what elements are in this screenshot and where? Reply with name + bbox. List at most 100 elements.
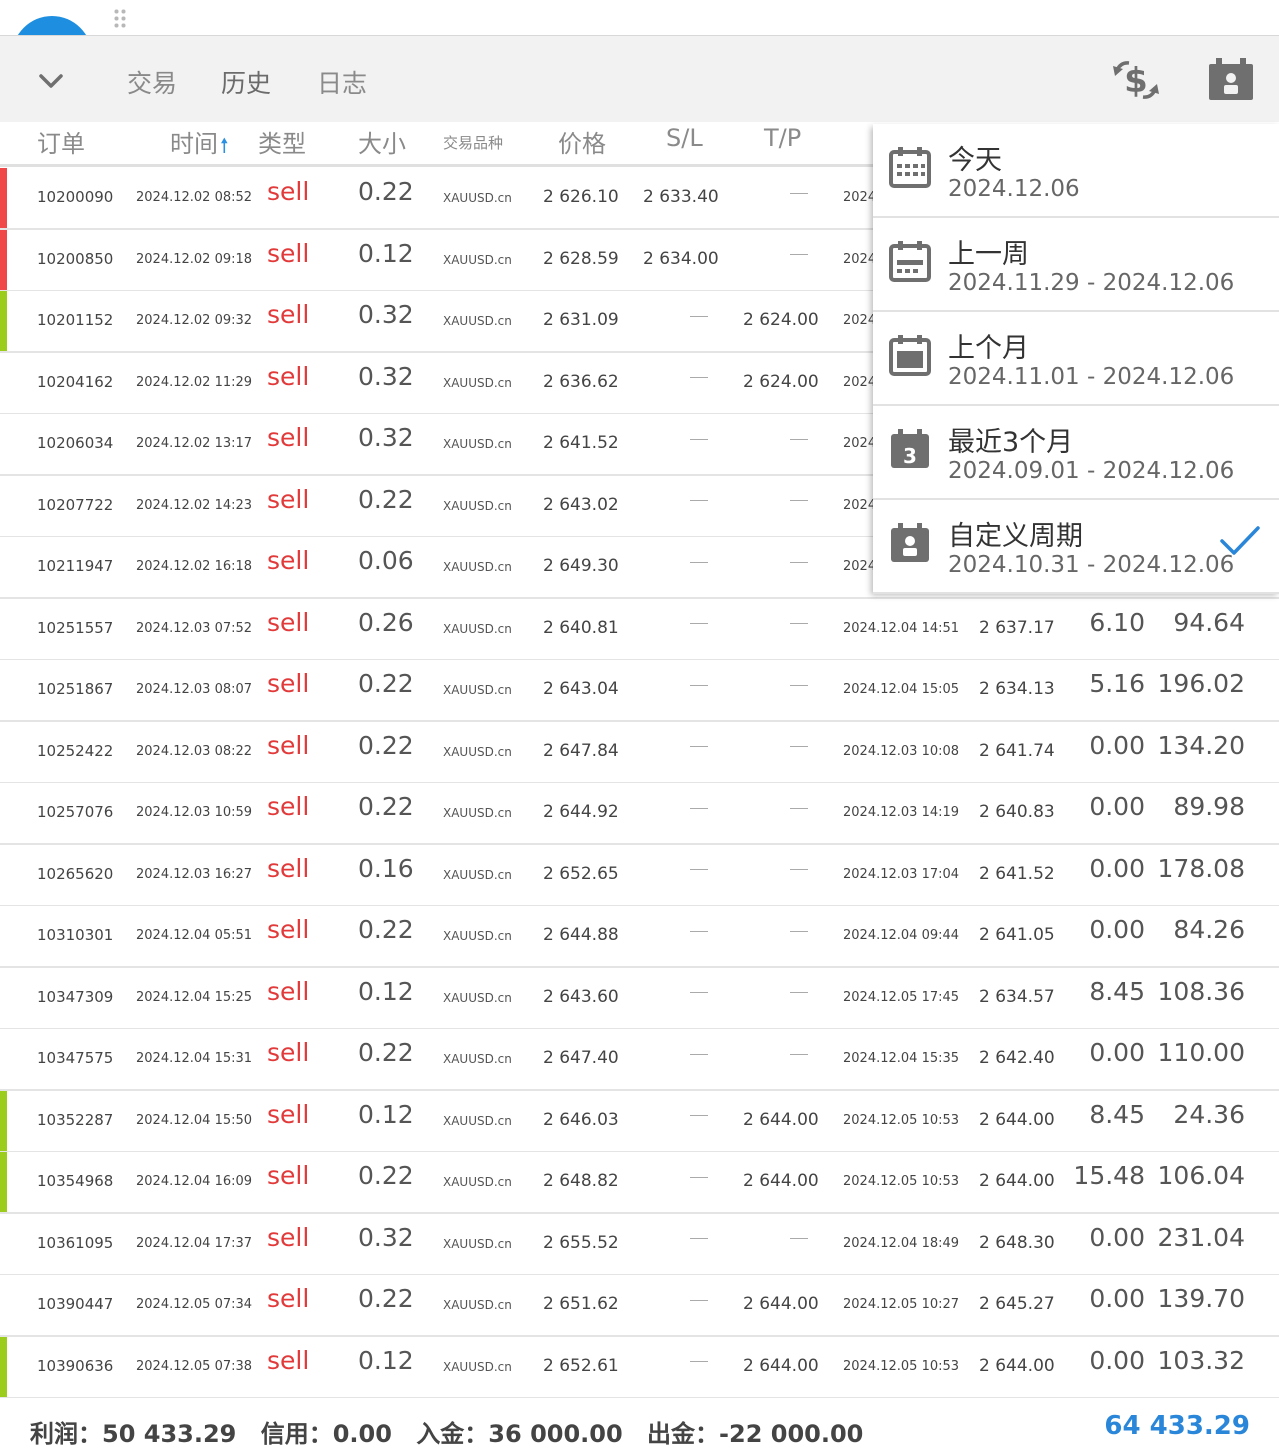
symbol-cell: XAUUSD.cn	[443, 683, 512, 697]
type-cell: sell	[267, 361, 310, 391]
header-size[interactable]: 大小	[358, 124, 406, 159]
period-option[interactable]: 3 最近3个月 2024.09.01 - 2024.12.06	[873, 406, 1279, 500]
header-time[interactable]: 时间 🠕	[170, 124, 229, 165]
empty-dash	[790, 684, 808, 686]
open-price-cell: 2 647.84	[543, 740, 619, 761]
close-time-cell: 2024.12.04 15:05	[843, 682, 960, 697]
close-time-cell: 2024	[843, 313, 877, 328]
profit-cell: 196.02	[1157, 669, 1245, 698]
period-option[interactable]: 上个月 2024.11.01 - 2024.12.06	[873, 312, 1279, 406]
tp-cell: 2 644.00	[743, 1171, 819, 1191]
type-cell: sell	[267, 1161, 310, 1190]
table-row[interactable]: 10347575 2024.12.04 15:31 sell 0.22 XAUUSD.c…	[0, 1029, 1279, 1091]
chevron-down-icon[interactable]	[34, 64, 68, 98]
close-price-cell: 2 634.13	[979, 679, 1055, 699]
sl-cell	[643, 372, 708, 392]
close-price-cell: 2 640.83	[979, 802, 1055, 822]
table-row[interactable]: 10257076 2024.12.03 10:59 sell 0.22 XAUUSD.c…	[0, 783, 1279, 845]
table-row[interactable]: 10310301 2024.12.04 05:51 sell 0.22 XAUUSD.c…	[0, 906, 1279, 968]
order-cell: 10347309	[37, 987, 114, 1006]
table-row[interactable]: 10347309 2024.12.04 15:25 sell 0.12 XAUUSD.c…	[0, 967, 1279, 1030]
symbol-cell: XAUUSD.cn	[443, 1298, 512, 1312]
open-time-cell: 2024.12.05 07:34	[136, 1297, 253, 1312]
empty-dash	[790, 623, 808, 624]
open-price-cell: 2 626.10	[543, 187, 619, 207]
header-type[interactable]: 类型	[258, 124, 306, 159]
close-time-cell: 2024.12.04 14:51	[843, 620, 960, 636]
period-option-title: 今天	[948, 145, 1002, 176]
table-row[interactable]: 10352287 2024.12.04 15:50 sell 0.12 XAUUSD.c…	[0, 1090, 1279, 1153]
close-time-cell: 2024.12.05 10:27	[843, 1297, 960, 1312]
profit-cell: 89.98	[1173, 792, 1245, 821]
open-price-cell: 2 643.04	[543, 679, 619, 699]
deposit-summary: 入金：36 000.00	[416, 1420, 623, 1448]
empty-dash	[790, 254, 808, 255]
header-tp[interactable]: T/P	[764, 124, 801, 152]
profit-cell: 106.04	[1157, 1161, 1245, 1190]
period-option-range: 2024.11.29 - 2024.12.06	[948, 270, 1235, 296]
tp-cell	[743, 925, 808, 945]
header-sl[interactable]: S/L	[666, 124, 703, 152]
close-price-cell: 2 641.05	[979, 925, 1055, 945]
order-cell: 10206034	[37, 434, 114, 452]
period-option-range: 2024.11.01 - 2024.12.06	[948, 364, 1235, 390]
empty-dash	[690, 315, 708, 317]
symbol-cell: XAUUSD.cn	[443, 621, 512, 636]
open-time-cell: 2024.12.02 13:17	[136, 436, 253, 451]
size-cell: 0.22	[358, 730, 414, 760]
table-row[interactable]: 10252422 2024.12.03 08:22 sell 0.22 XAUUSD.c…	[0, 721, 1279, 784]
open-price-cell: 2 652.65	[543, 863, 619, 884]
symbol-cell: XAUUSD.cn	[443, 191, 512, 205]
symbol-cell: XAUUSD.cn	[443, 867, 512, 882]
tp-cell: 2 624.00	[743, 371, 819, 392]
swap-cell: 0.00	[1089, 853, 1145, 883]
period-option-range: 2024.12.06	[948, 176, 1080, 202]
summary-footer: 利润：50 433.29 信用：0.00 入金：36 000.00 出金：-22…	[0, 1398, 1279, 1453]
tab-journal[interactable]: 日志	[317, 64, 367, 100]
open-price-cell: 2 636.62	[543, 371, 619, 392]
type-cell: sell	[267, 915, 310, 944]
open-time-cell: 2024.12.02 14:23	[136, 497, 253, 513]
header-price[interactable]: 价格	[558, 124, 606, 159]
empty-dash	[690, 684, 708, 686]
currency-exchange-icon[interactable]: $	[1111, 56, 1161, 104]
empty-dash	[690, 1299, 708, 1301]
symbol-cell: XAUUSD.cn	[443, 929, 512, 943]
calendar-person-icon[interactable]	[1206, 56, 1256, 104]
sl-cell	[643, 433, 708, 453]
order-cell: 10265620	[37, 864, 114, 883]
size-cell: 0.22	[358, 177, 414, 206]
tab-trade[interactable]: 交易	[127, 64, 177, 100]
open-time-cell: 2024.12.04 15:50	[136, 1112, 253, 1128]
type-cell: sell	[267, 1038, 310, 1067]
table-row[interactable]: 10354968 2024.12.04 16:09 sell 0.22 XAUUSD.c…	[0, 1152, 1279, 1214]
period-option[interactable]: 今天 2024.12.06	[873, 124, 1279, 218]
sl-cell: 2 634.00	[643, 248, 719, 269]
table-row[interactable]: 10361095 2024.12.04 17:37 sell 0.32 XAUUSD.c…	[0, 1213, 1279, 1276]
open-time-cell: 2024.12.02 09:18	[136, 251, 253, 267]
table-row[interactable]: 10265620 2024.12.03 16:27 sell 0.16 XAUUSD.c…	[0, 844, 1279, 907]
header-symbol[interactable]: 交易品种	[443, 132, 503, 153]
size-cell: 0.26	[358, 607, 414, 637]
drag-handle-icon[interactable]	[113, 8, 127, 28]
type-cell: sell	[267, 484, 310, 514]
swap-cell: 0.00	[1089, 730, 1145, 760]
close-price-cell: 2 634.57	[979, 986, 1055, 1007]
period-option[interactable]: 自定义周期 2024.10.31 - 2024.12.06	[873, 500, 1279, 594]
tab-history[interactable]: 历史	[221, 64, 271, 100]
open-time-cell: 2024.12.03 10:59	[136, 805, 253, 820]
sl-cell	[643, 495, 708, 515]
table-row[interactable]: 10390636 2024.12.05 07:38 sell 0.12 XAUUSD.c…	[0, 1336, 1279, 1399]
size-cell: 0.06	[358, 546, 414, 575]
table-row[interactable]: 10251557 2024.12.03 07:52 sell 0.26 XAUUSD.c…	[0, 598, 1279, 661]
empty-dash	[790, 500, 808, 501]
row-status-bar	[0, 1090, 7, 1151]
table-row[interactable]: 10390447 2024.12.05 07:34 sell 0.22 XAUUSD.c…	[0, 1275, 1279, 1337]
open-time-cell: 2024.12.02 16:18	[136, 559, 253, 574]
close-price-cell: 2 641.74	[979, 740, 1055, 761]
table-row[interactable]: 10251867 2024.12.03 08:07 sell 0.22 XAUUSD.c…	[0, 660, 1279, 722]
header-order[interactable]: 订单	[37, 124, 85, 159]
open-price-cell: 2 651.62	[543, 1294, 619, 1314]
sl-cell	[643, 556, 708, 576]
period-option[interactable]: 上一周 2024.11.29 - 2024.12.06	[873, 218, 1279, 312]
